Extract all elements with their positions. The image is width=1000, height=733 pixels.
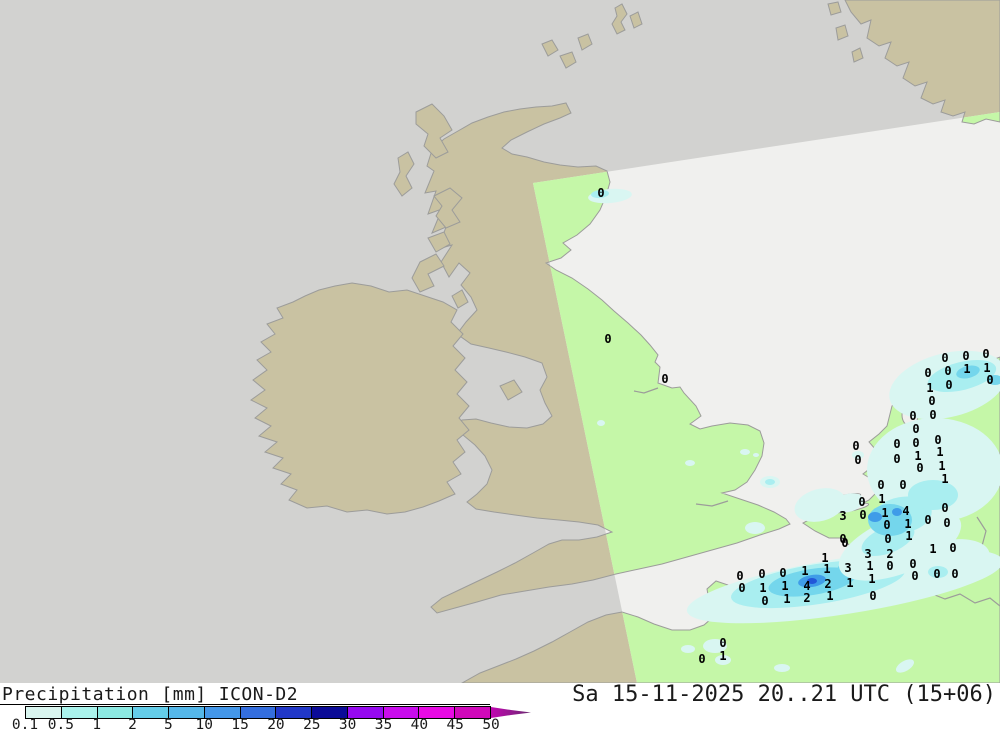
precip-value-label: 0 — [912, 422, 919, 436]
precip-value-label: 0 — [924, 513, 931, 527]
precip-value-label: 0 — [854, 453, 861, 467]
precip-value-label: 0 — [604, 332, 611, 346]
colorbar-tick-label: 30 — [339, 717, 356, 733]
precip-value-label: 0 — [945, 378, 952, 392]
precip-value-label: 0 — [883, 518, 890, 532]
precip-value-label: 0 — [899, 478, 906, 492]
precip-value-label: 0 — [924, 366, 931, 380]
colorbar-labels: 0.10.5125101520253035404550 — [0, 717, 560, 733]
precip-value-label: 1 — [963, 362, 970, 376]
precip-cell — [685, 460, 695, 466]
colorbar-tick-label: 0.5 — [48, 717, 74, 733]
precip-value-label: 1 — [801, 564, 808, 578]
colorbar-tick-label: 50 — [482, 717, 499, 733]
colorbar-tick-label: 2 — [128, 717, 137, 733]
precip-value-label: 1 — [846, 576, 853, 590]
precip-value-label: 1 — [941, 472, 948, 486]
precip-value-label: 1 — [878, 492, 885, 506]
weather-map-page: 0000000011100000000000011011001030140101… — [0, 0, 1000, 733]
colorbar-tick-label: 10 — [196, 717, 213, 733]
precip-value-label: 0 — [916, 461, 923, 475]
precip-value-label: 0 — [859, 508, 866, 522]
precip-value-label: 0 — [986, 373, 993, 387]
precip-cell — [597, 420, 605, 426]
colorbar-tick-label: 40 — [411, 717, 428, 733]
colorbar-tick-label: 25 — [303, 717, 320, 733]
precip-value-label: 1 — [781, 579, 788, 593]
precip-value-label: 1 — [926, 381, 933, 395]
precip-value-label: 1 — [866, 559, 873, 573]
legend-title: Precipitation [mm] ICON-D2 — [2, 684, 298, 705]
precip-cell — [745, 522, 765, 534]
valid-time-text: Sa 15-11-2025 20..21 UTC (15+06) — [572, 682, 996, 707]
precip-value-label: 3 — [839, 509, 846, 523]
precip-value-label: 0 — [884, 532, 891, 546]
precip-value-label: 0 — [698, 652, 705, 666]
precip-value-label: 0 — [839, 532, 846, 546]
precip-value-label: 0 — [869, 589, 876, 603]
precip-cell — [892, 508, 902, 516]
precip-value-label: 2 — [803, 591, 810, 605]
precip-value-label: 0 — [933, 567, 940, 581]
colorbar-tick-label: 5 — [164, 717, 173, 733]
precip-value-label: 0 — [941, 351, 948, 365]
precip-value-label: 0 — [944, 364, 951, 378]
precip-value-label: 0 — [877, 478, 884, 492]
precip-value-label: 1 — [938, 459, 945, 473]
precip-cell — [765, 479, 775, 485]
precip-value-label: 1 — [936, 445, 943, 459]
precip-value-label: 1 — [929, 542, 936, 556]
precip-value-label: 1 — [868, 572, 875, 586]
precip-value-label: 0 — [738, 581, 745, 595]
precip-value-label: 0 — [943, 516, 950, 530]
parameter-unit: [mm] — [161, 684, 206, 705]
precip-value-label: 1 — [823, 562, 830, 576]
colorbar-tick-label: 35 — [375, 717, 392, 733]
precip-value-label: 0 — [597, 186, 604, 200]
colorbar-tick-label: 45 — [446, 717, 463, 733]
precip-value-label: 0 — [858, 495, 865, 509]
precip-value-label: 0 — [929, 408, 936, 422]
precip-cell — [774, 664, 790, 672]
legend-panel: Precipitation [mm] ICON-D2 Sa 15-11-2025 2… — [0, 683, 1000, 733]
precip-value-label: 0 — [886, 559, 893, 573]
precip-value-label: 1 — [783, 592, 790, 606]
precip-value-label: 3 — [844, 561, 851, 575]
colorbar-tick-label: 15 — [231, 717, 248, 733]
precip-value-label: 0 — [761, 594, 768, 608]
precip-value-label: 0 — [951, 567, 958, 581]
precip-cell — [753, 453, 759, 457]
precip-value-label: 4 — [902, 504, 909, 518]
parameter-name: Precipitation — [2, 684, 149, 705]
precip-value-label: 0 — [893, 437, 900, 451]
precip-value-label: 1 — [905, 529, 912, 543]
precip-value-label: 0 — [779, 566, 786, 580]
precip-value-label: 0 — [941, 501, 948, 515]
precip-value-label: 0 — [661, 372, 668, 386]
precip-value-label: 0 — [911, 569, 918, 583]
precip-value-label: 1 — [759, 581, 766, 595]
model-name: ICON-D2 — [219, 684, 298, 705]
colorbar-tick-label: 1 — [92, 717, 101, 733]
precip-value-label: 0 — [912, 436, 919, 450]
precip-value-label: 1 — [719, 649, 726, 663]
colorbar-tick-label: 0.1 — [12, 717, 38, 733]
precip-cell — [681, 645, 695, 653]
precip-value-label: 0 — [982, 347, 989, 361]
legend-rule — [0, 704, 490, 705]
precip-cell — [908, 480, 958, 510]
precip-value-label: 0 — [852, 439, 859, 453]
precip-value-label: 0 — [758, 567, 765, 581]
precip-cell — [868, 512, 882, 522]
precip-value-label: 1 — [826, 589, 833, 603]
precip-value-label: 0 — [719, 636, 726, 650]
colorbar-tick-label: 20 — [267, 717, 284, 733]
precip-value-label: 0 — [893, 452, 900, 466]
precip-value-label: 0 — [949, 541, 956, 555]
precip-value-label: 0 — [909, 409, 916, 423]
precip-value-label: 0 — [962, 349, 969, 363]
precip-cell — [740, 449, 750, 455]
weather-map: 0000000011100000000000011011001030140101… — [0, 0, 1000, 683]
precip-value-label: 0 — [928, 394, 935, 408]
